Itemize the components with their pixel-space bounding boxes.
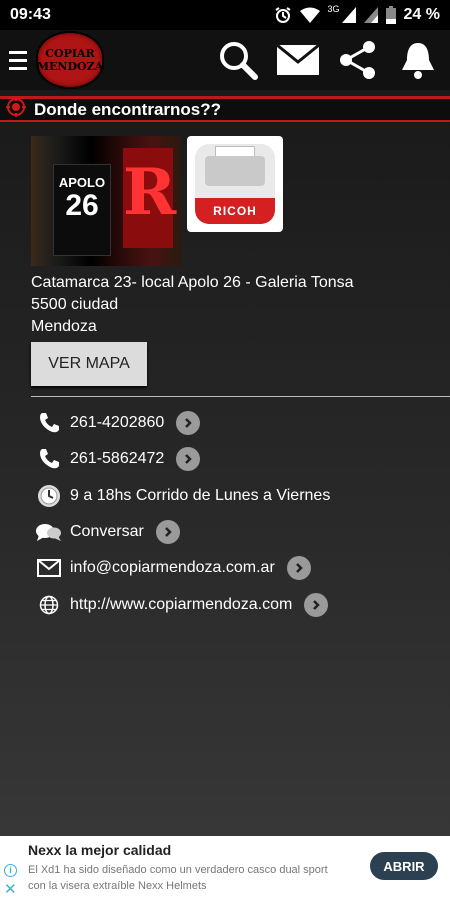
- contact-row-chat[interactable]: Conversar: [36, 514, 330, 550]
- signal-icon-2: [363, 7, 378, 23]
- contact-text: Conversar: [70, 523, 144, 541]
- photo-gallery: APOLO 26 R RICOH: [31, 136, 283, 266]
- chevron-right-icon[interactable]: [176, 447, 201, 472]
- chevron-right-icon[interactable]: [304, 592, 329, 617]
- wifi-icon: [299, 7, 320, 23]
- signal-icon: [341, 7, 356, 23]
- status-time: 09:43: [10, 6, 51, 23]
- divider: [31, 396, 450, 397]
- contact-text: 261-4202860: [70, 414, 165, 432]
- contact-row-email[interactable]: info@copiarmendoza.com.ar: [36, 550, 330, 586]
- clock-icon: [36, 483, 62, 509]
- mail-icon: [36, 555, 62, 581]
- ad-text: El Xd1 ha sido diseñado como un verdader…: [28, 864, 328, 892]
- printer-brand: RICOH: [195, 198, 275, 224]
- address-line2: 5500 ciudad: [31, 296, 119, 313]
- ad-title: Nexx la mejor calidad: [28, 842, 172, 858]
- chevron-right-icon[interactable]: [286, 556, 311, 581]
- printer-photo[interactable]: RICOH: [187, 136, 283, 232]
- phone-icon: [36, 446, 62, 472]
- contact-text: http://www.copiarmendoza.com: [70, 595, 293, 613]
- store-photo[interactable]: APOLO 26 R: [31, 136, 181, 266]
- address-line3: Mendoza: [31, 318, 97, 335]
- search-icon[interactable]: [216, 38, 260, 82]
- share-icon[interactable]: [336, 38, 380, 82]
- contact-list: 261-4202860 261-5862472 9 a 18hs Corrido…: [36, 405, 330, 623]
- store-sign-number: 26: [65, 189, 99, 222]
- app-actions: [216, 30, 450, 90]
- address: Catamarca 23- local Apolo 26 - Galeria T…: [31, 272, 431, 338]
- chat-icon: [36, 519, 62, 545]
- logo-line1: COPIAR: [45, 47, 95, 60]
- address-line1: Catamarca 23- local Apolo 26 - Galeria T…: [31, 274, 354, 291]
- chevron-right-icon[interactable]: [155, 520, 180, 545]
- contact-row-website[interactable]: http://www.copiarmendoza.com: [36, 586, 330, 622]
- contact-text: info@copiarmendoza.com.ar: [70, 559, 275, 577]
- app-bar: COPIAR MENDOZA: [0, 30, 450, 90]
- network-type: 3G: [327, 4, 340, 14]
- ad-banner[interactable]: i ✕ Nexx la mejor calidad El Xd1 ha sido…: [0, 836, 450, 900]
- battery-level: 24 %: [403, 6, 440, 23]
- globe-icon: [36, 592, 62, 618]
- contact-text: 9 a 18hs Corrido de Lunes a Viernes: [70, 486, 331, 504]
- contact-text: 261-5862472: [70, 450, 165, 468]
- phone-icon: [36, 410, 62, 436]
- section-title: Donde encontrarnos??: [34, 99, 222, 119]
- view-map-button[interactable]: VER MAPA: [31, 342, 147, 386]
- contact-row-phone-1[interactable]: 261-4202860: [36, 405, 330, 441]
- ad-open-button[interactable]: ABRIR: [370, 852, 438, 880]
- mail-icon[interactable]: [276, 38, 320, 82]
- battery-icon: [385, 6, 396, 24]
- store-sign: APOLO 26: [53, 164, 111, 256]
- menu-icon[interactable]: [0, 30, 36, 90]
- logo-line2: MENDOZA: [36, 60, 104, 73]
- app-logo[interactable]: COPIAR MENDOZA: [36, 31, 104, 89]
- section-header: Donde encontrarnos??: [0, 96, 450, 122]
- close-icon[interactable]: ✕: [4, 880, 17, 898]
- bell-icon[interactable]: [396, 38, 440, 82]
- status-icons: 3G 24 %: [274, 4, 440, 24]
- info-icon[interactable]: i: [4, 864, 17, 877]
- status-bar: 09:43 3G 24 %: [0, 0, 450, 30]
- chevron-right-icon[interactable]: [176, 411, 201, 436]
- contact-row-hours: 9 a 18hs Corrido de Lunes a Viernes: [36, 478, 330, 514]
- target-icon: [6, 97, 26, 122]
- alarm-icon: [274, 6, 292, 24]
- contact-row-phone-2[interactable]: 261-5862472: [36, 441, 330, 477]
- store-letter: R: [123, 148, 176, 248]
- store-sign-top: APOLO: [58, 175, 106, 190]
